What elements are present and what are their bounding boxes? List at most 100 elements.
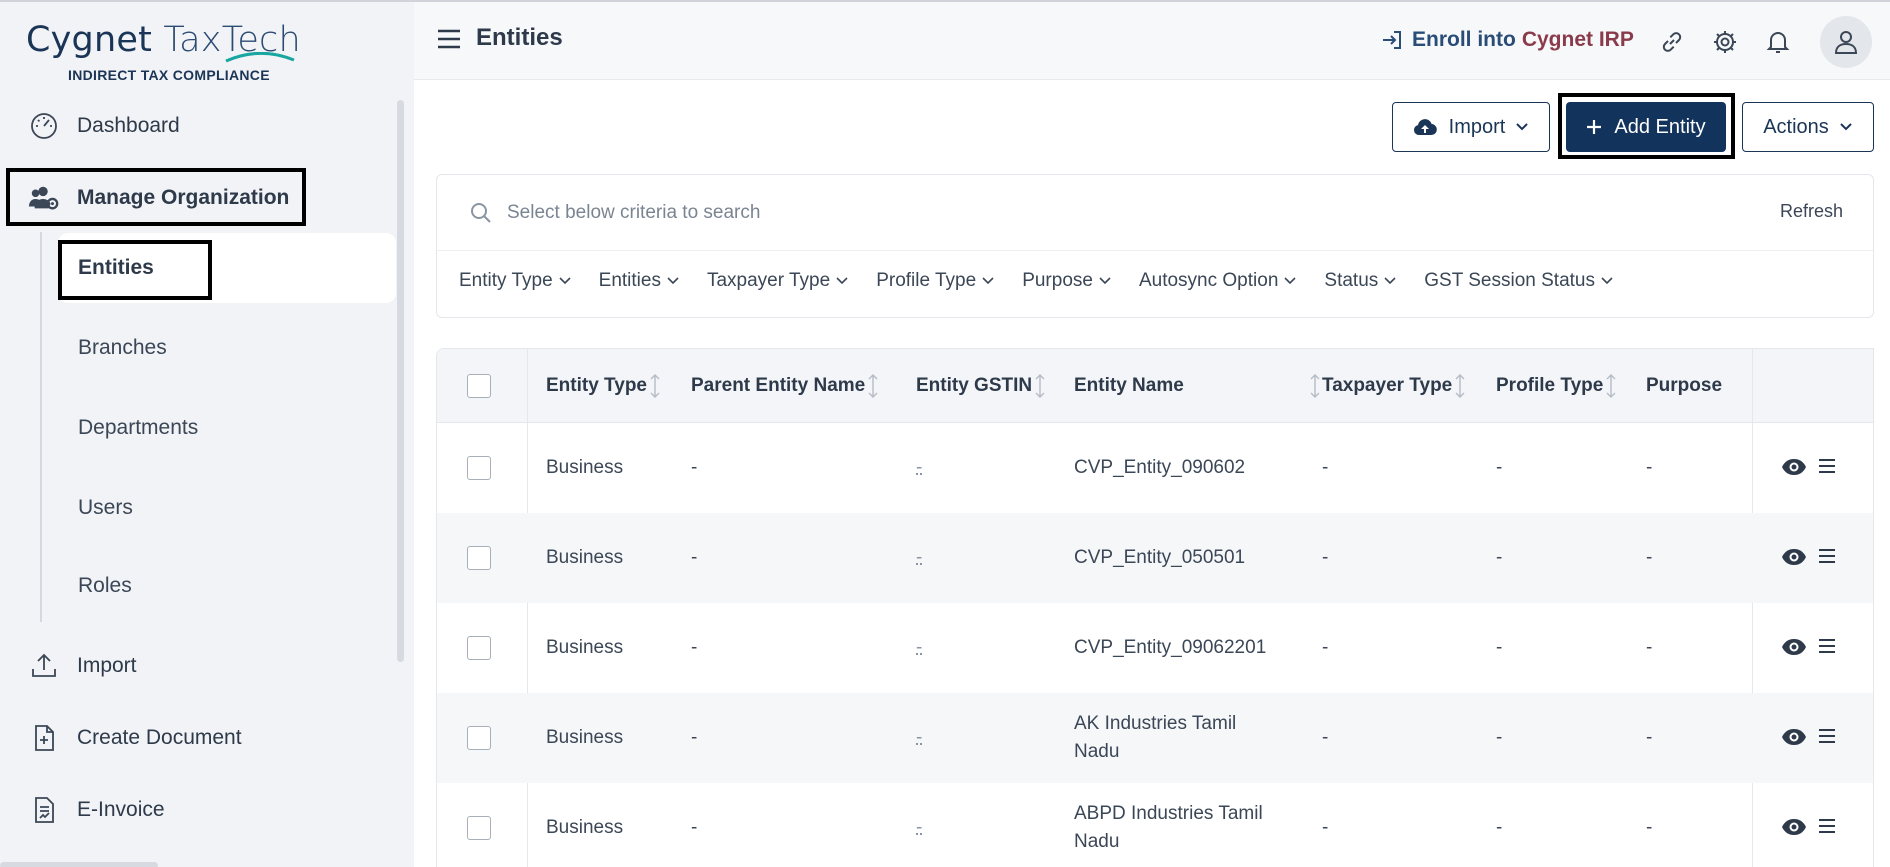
sidebar-horizontal-scrollbar[interactable]	[0, 862, 158, 867]
filter-profile-type[interactable]: Profile Type	[876, 270, 994, 292]
eye-icon[interactable]	[1781, 726, 1807, 748]
cell-entity-name: CVP_Entity_09062201	[1074, 637, 1267, 658]
sidebar-item-e-invoice[interactable]: E-Invoice	[0, 782, 414, 838]
filter-status[interactable]: Status	[1324, 270, 1396, 292]
filter-autosync-option[interactable]: Autosync Option	[1139, 270, 1296, 292]
highlight-outline	[58, 240, 212, 300]
search-icon	[469, 201, 493, 230]
row-menu-icon[interactable]	[1818, 457, 1836, 475]
logo-swoosh-icon	[225, 52, 295, 63]
eye-icon[interactable]	[1781, 816, 1807, 838]
cygnet-logo[interactable]: Cygnet TaxTech INDIRECT TAX COMPLIANCE	[26, 20, 301, 83]
filter-gst-session-status[interactable]: GST Session Status	[1424, 270, 1613, 292]
import-button[interactable]: Import	[1392, 102, 1550, 152]
top-header: Entities Enroll into Cygnet IRP	[414, 2, 1890, 80]
filter-label: Entities	[598, 270, 661, 291]
cell-profile-type: -	[1496, 817, 1503, 838]
sidebar-item-import[interactable]: Import	[0, 638, 414, 694]
chevron-down-icon	[1515, 122, 1529, 132]
cell-parent-entity: -	[691, 817, 698, 838]
table-row[interactable]: Business - - CVP_Entity_050501 - - -	[437, 513, 1873, 603]
sidebar-subitem-branches[interactable]: Branches	[58, 313, 396, 383]
column-header-purpose[interactable]: Purpose	[1646, 349, 1722, 423]
cell-gstin[interactable]: -	[916, 603, 922, 693]
column-header-entity-type[interactable]: Entity Type	[546, 349, 661, 423]
row-checkbox[interactable]	[467, 726, 491, 750]
cell-parent-entity: -	[691, 727, 698, 748]
cell-taxpayer-type: -	[1322, 547, 1329, 568]
cell-profile-type: -	[1496, 457, 1503, 478]
row-menu-icon[interactable]	[1818, 547, 1836, 565]
column-label: Purpose	[1646, 375, 1723, 396]
filter-label: Status	[1324, 270, 1379, 291]
row-checkbox[interactable]	[467, 546, 491, 570]
column-header-entity-name[interactable]: Entity Name	[1074, 349, 1321, 423]
link-icon[interactable]	[1656, 26, 1688, 58]
chevron-down-icon	[1601, 277, 1613, 285]
filter-purpose[interactable]: Purpose	[1022, 270, 1111, 292]
sort-icon	[649, 373, 661, 399]
search-input[interactable]	[507, 193, 1607, 233]
column-header-parent-entity-name[interactable]: Parent Entity Name	[691, 349, 879, 423]
bell-icon[interactable]	[1762, 26, 1794, 58]
column-header-profile-type[interactable]: Profile Type	[1496, 349, 1617, 423]
chevron-down-icon	[982, 277, 994, 285]
chevron-down-icon	[667, 277, 679, 285]
sidebar-scrollbar[interactable]	[397, 100, 404, 662]
table-row[interactable]: Business - - CVP_Entity_090602 - - -	[437, 423, 1873, 513]
actions-button[interactable]: Actions	[1742, 102, 1874, 152]
sidebar-item-create-document[interactable]: Create Document	[0, 710, 414, 766]
user-icon	[1833, 29, 1859, 55]
filter-entity-type[interactable]: Entity Type	[459, 270, 571, 292]
cell-entity-type: Business	[546, 727, 624, 748]
cell-gstin[interactable]: -	[916, 693, 922, 783]
select-all-checkbox[interactable]	[467, 374, 491, 398]
filter-taxpayer-type[interactable]: Taxpayer Type	[707, 270, 848, 292]
sidebar-item-dashboard[interactable]: Dashboard	[0, 98, 414, 154]
avatar[interactable]	[1820, 16, 1872, 68]
cell-gstin[interactable]: -	[916, 783, 922, 867]
column-label: Entity Name	[1074, 375, 1184, 396]
column-header-entity-gstin[interactable]: Entity GSTIN	[916, 349, 1046, 423]
cell-taxpayer-type: -	[1322, 727, 1329, 748]
eye-icon[interactable]	[1781, 546, 1807, 568]
column-label: Entity GSTIN	[916, 375, 1033, 396]
table-row[interactable]: Business - - ABPD Industries Tamil Nadu …	[437, 783, 1873, 867]
cell-gstin[interactable]: -	[916, 513, 922, 603]
add-entity-button[interactable]: Add Entity	[1566, 102, 1726, 152]
sort-icon	[1034, 373, 1046, 399]
eye-icon[interactable]	[1781, 456, 1807, 478]
column-header-taxpayer-type[interactable]: Taxpayer Type	[1322, 349, 1466, 423]
row-menu-icon[interactable]	[1818, 727, 1836, 745]
sidebar-subitem-users[interactable]: Users	[58, 473, 396, 543]
cell-purpose: -	[1646, 727, 1653, 748]
hamburger-menu-icon[interactable]	[436, 28, 462, 55]
cell-entity-name: AK Industries Tamil Nadu	[1074, 713, 1237, 762]
eye-icon[interactable]	[1781, 636, 1807, 658]
cell-purpose: -	[1646, 457, 1653, 478]
row-menu-icon[interactable]	[1818, 637, 1836, 655]
gear-icon[interactable]	[1709, 26, 1741, 58]
cell-entity-name: ABPD Industries Tamil Nadu	[1074, 803, 1263, 852]
table-row[interactable]: Business - - CVP_Entity_09062201 - - -	[437, 603, 1873, 693]
cell-profile-type: -	[1496, 547, 1503, 568]
enroll-irp-link[interactable]: Enroll into Cygnet IRP	[1380, 28, 1634, 52]
import-button-label: Import	[1448, 115, 1506, 138]
sidebar-subitem-departments[interactable]: Departments	[58, 393, 396, 463]
row-checkbox[interactable]	[467, 816, 491, 840]
sidebar-subitem-roles[interactable]: Roles	[58, 551, 396, 621]
sidebar-item-label: Import	[77, 654, 137, 677]
filter-entities[interactable]: Entities	[599, 270, 679, 292]
cell-gstin[interactable]: -	[916, 423, 922, 513]
cell-parent-entity: -	[691, 637, 698, 658]
row-menu-icon[interactable]	[1818, 817, 1836, 835]
dashboard-gauge-icon	[28, 110, 60, 142]
cell-parent-entity: -	[691, 547, 698, 568]
filter-label: Taxpayer Type	[706, 270, 831, 291]
row-checkbox[interactable]	[467, 636, 491, 660]
sidebar-item-label: Dashboard	[77, 114, 180, 137]
row-checkbox[interactable]	[467, 456, 491, 480]
table-row[interactable]: Business - - AK Industries Tamil Nadu - …	[437, 693, 1873, 783]
refresh-button[interactable]: Refresh	[1780, 201, 1843, 222]
chevron-down-icon	[1839, 122, 1853, 132]
